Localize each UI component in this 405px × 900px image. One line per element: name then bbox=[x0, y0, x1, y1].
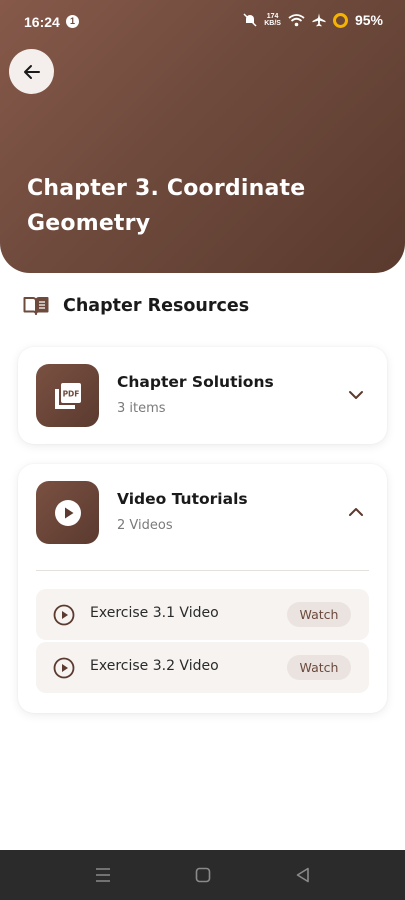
status-time: 16:24 bbox=[24, 14, 60, 30]
home-square-icon[interactable] bbox=[193, 865, 213, 885]
battery-saver-icon bbox=[332, 12, 348, 28]
play-circle-outline-icon bbox=[53, 604, 75, 626]
video-list-item[interactable]: Exercise 3.1 Video Watch bbox=[36, 589, 369, 640]
status-bar: 16:24 1 174 KB/S 95% bbox=[0, 0, 405, 46]
notification-count-badge: 1 bbox=[66, 15, 79, 28]
network-speed: 174 KB/S bbox=[264, 13, 281, 27]
back-triangle-icon[interactable] bbox=[293, 865, 313, 885]
video-list-item[interactable]: Exercise 3.2 Video Watch bbox=[36, 642, 369, 693]
page-title: Chapter 3. Coordinate Geometry bbox=[27, 176, 306, 236]
pdf-file-icon: PDF bbox=[36, 364, 99, 427]
chapter-solutions-card[interactable]: PDF Chapter Solutions 3 items bbox=[18, 347, 387, 444]
card-subtitle: 2 Videos bbox=[117, 518, 173, 533]
arrow-left-icon bbox=[23, 64, 40, 79]
network-speed-unit: KB/S bbox=[264, 20, 281, 27]
video-title: Exercise 3.1 Video bbox=[90, 605, 219, 621]
network-speed-value: 174 bbox=[266, 13, 279, 20]
book-open-icon bbox=[23, 297, 49, 315]
section-title: Chapter Resources bbox=[63, 296, 250, 316]
chevron-up-icon[interactable] bbox=[347, 503, 365, 521]
play-circle-icon bbox=[36, 481, 99, 544]
chevron-down-icon[interactable] bbox=[347, 386, 365, 404]
section-heading: Chapter Resources bbox=[23, 296, 249, 316]
card-title: Chapter Solutions bbox=[117, 373, 274, 391]
video-title: Exercise 3.2 Video bbox=[90, 658, 219, 674]
card-subtitle: 3 items bbox=[117, 401, 166, 416]
play-circle-outline-icon bbox=[53, 657, 75, 679]
svg-text:PDF: PDF bbox=[62, 389, 79, 398]
watch-button[interactable]: Watch bbox=[287, 655, 351, 680]
menu-icon[interactable] bbox=[93, 865, 113, 885]
divider bbox=[36, 570, 369, 571]
airplane-mode-icon bbox=[312, 13, 326, 27]
card-title: Video Tutorials bbox=[117, 490, 248, 508]
back-button[interactable] bbox=[9, 49, 54, 94]
battery-level: 95% bbox=[354, 12, 383, 28]
watch-button[interactable]: Watch bbox=[287, 602, 351, 627]
system-nav-bar bbox=[0, 850, 405, 900]
wifi-icon bbox=[288, 14, 305, 27]
video-tutorials-card: Video Tutorials 2 Videos Exercise 3.1 Vi… bbox=[18, 464, 387, 713]
mute-bell-icon bbox=[243, 13, 257, 27]
